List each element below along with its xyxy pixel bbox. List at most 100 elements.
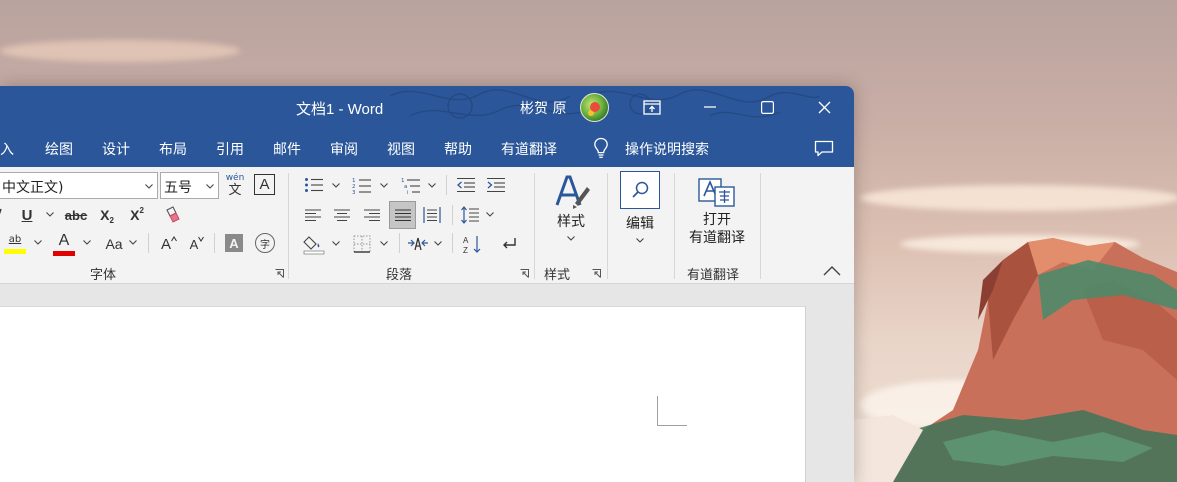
paragraph-mark-icon: [503, 238, 516, 249]
grow-arrow-icon: [171, 236, 177, 242]
highlight-dropdown-icon[interactable]: [34, 240, 42, 245]
highlight-color-button[interactable]: ab: [2, 231, 28, 257]
change-case-button[interactable]: Aa: [101, 232, 127, 256]
styles-dialog-launcher-icon[interactable]: [592, 269, 601, 278]
ribbon-display-icon: [643, 99, 661, 115]
character-border-button[interactable]: A: [254, 174, 275, 195]
styles-button[interactable]: 样式: [544, 173, 598, 255]
sort-button[interactable]: A Z: [461, 231, 485, 257]
document-page[interactable]: [0, 306, 806, 482]
distributed-button[interactable]: [420, 203, 444, 227]
tab-references[interactable]: 引用: [216, 139, 244, 159]
multilevel-list-button[interactable]: 1ai: [399, 174, 423, 196]
tab-youdao[interactable]: 有道翻译: [501, 139, 557, 159]
borders-button[interactable]: [350, 231, 374, 257]
font-name-combo[interactable]: 中文正文): [0, 172, 158, 199]
bullets-button[interactable]: [302, 174, 326, 196]
tab-review[interactable]: 审阅: [330, 139, 358, 159]
wallpaper-cloud: [0, 40, 240, 62]
minimize-icon: [704, 106, 716, 108]
tab-insert[interactable]: 插入: [0, 139, 14, 159]
youdao-button-line1: 打开: [703, 212, 731, 228]
underline-button[interactable]: U: [17, 203, 37, 227]
font-dialog-launcher-icon[interactable]: [275, 269, 284, 278]
close-button[interactable]: [796, 86, 852, 128]
line-spacing-button[interactable]: [458, 203, 482, 227]
shading-dropdown-icon[interactable]: [332, 241, 340, 246]
line-spacing-icon: [461, 206, 479, 224]
highlight-color-swatch: [4, 249, 26, 254]
italic-icon: [0, 208, 2, 215]
change-case-glyph: Aa: [105, 236, 123, 252]
ribbon: 中文正文) 五号 wén 文 A U abc X2 X2 ab A Aa A A…: [0, 167, 854, 284]
show-paragraph-marks-button[interactable]: [497, 231, 521, 257]
account-name[interactable]: 彬贺 原: [520, 98, 566, 118]
align-right-button[interactable]: [360, 203, 384, 227]
font-size-combo[interactable]: 五号: [160, 172, 219, 199]
enclose-characters-button[interactable]: 字: [255, 233, 275, 253]
separator: [452, 205, 453, 225]
editing-button-label: 编辑: [626, 216, 654, 232]
grow-font-button[interactable]: A: [158, 232, 180, 256]
chinese-layout-icon: [408, 237, 428, 251]
justify-button[interactable]: [389, 201, 416, 229]
translate-icon: [698, 178, 735, 207]
font-color-swatch: [53, 250, 75, 256]
shrink-arrow-icon: [198, 236, 205, 242]
ribbon-display-options-button[interactable]: [624, 86, 680, 128]
group-separator: [288, 173, 289, 279]
italic-button[interactable]: [0, 203, 4, 227]
ribbon-tabs: 插入 绘图 设计 布局 引用 邮件 审阅 视图 帮助 有道翻译 操作说明搜索: [0, 128, 854, 167]
borders-icon: [353, 235, 371, 253]
open-youdao-translate-button[interactable]: 打开 有道翻译: [682, 177, 752, 257]
avatar[interactable]: [580, 93, 609, 122]
align-left-button[interactable]: [301, 203, 325, 227]
increase-indent-button[interactable]: [484, 174, 508, 196]
tab-design[interactable]: 设计: [102, 139, 130, 159]
separator: [214, 233, 215, 253]
decrease-indent-icon: [457, 177, 475, 193]
multilevel-dropdown-icon[interactable]: [428, 183, 436, 188]
font-color-button[interactable]: A: [52, 231, 76, 257]
numbering-button[interactable]: 123: [350, 174, 374, 196]
paint-bucket-icon: [303, 236, 325, 255]
tab-help[interactable]: 帮助: [444, 139, 472, 159]
shading-button[interactable]: [302, 231, 326, 257]
bullets-dropdown-icon[interactable]: [332, 183, 340, 188]
underline-dropdown-icon[interactable]: [46, 212, 54, 217]
align-center-icon: [334, 209, 350, 221]
tell-me-search[interactable]: 操作说明搜索: [625, 139, 709, 159]
tab-mailings[interactable]: 邮件: [273, 139, 301, 159]
title-bar[interactable]: 文档1 - Word 彬贺 原: [0, 86, 854, 128]
decrease-indent-button[interactable]: [454, 174, 478, 196]
collapse-ribbon-icon[interactable]: [822, 265, 842, 277]
superscript-glyph: X: [130, 207, 140, 223]
font-color-dropdown-icon[interactable]: [83, 240, 91, 245]
tab-layout[interactable]: 布局: [159, 139, 187, 159]
minimize-button[interactable]: [682, 86, 738, 128]
strikethrough-button[interactable]: abc: [62, 203, 90, 227]
subscript-button[interactable]: X2: [96, 203, 118, 227]
align-right-icon: [364, 209, 380, 221]
chinese-layout-dropdown-icon[interactable]: [434, 241, 442, 246]
borders-dropdown-icon[interactable]: [380, 241, 388, 246]
superscript-button[interactable]: X2: [126, 203, 148, 227]
editing-button[interactable]: 编辑: [615, 171, 665, 253]
tab-view[interactable]: 视图: [387, 139, 415, 159]
character-shading-button[interactable]: A: [225, 234, 243, 252]
font-group-label: 字体: [90, 268, 117, 283]
numbering-dropdown-icon[interactable]: [380, 183, 388, 188]
line-spacing-dropdown-icon[interactable]: [486, 212, 494, 217]
maximize-button[interactable]: [739, 86, 795, 128]
shrink-font-button[interactable]: A: [186, 232, 208, 256]
clear-formatting-button[interactable]: [161, 203, 185, 227]
phonetic-guide-pinyin: wén: [225, 173, 245, 183]
align-center-button[interactable]: [330, 203, 354, 227]
paragraph-dialog-launcher-icon[interactable]: [520, 269, 529, 278]
comments-icon[interactable]: [814, 140, 834, 157]
phonetic-guide-button[interactable]: wén 文: [224, 172, 246, 200]
change-case-dropdown-icon[interactable]: [129, 240, 137, 245]
underline-glyph: U: [21, 206, 33, 224]
chinese-layout-button[interactable]: [406, 231, 430, 257]
tab-draw[interactable]: 绘图: [45, 139, 73, 159]
